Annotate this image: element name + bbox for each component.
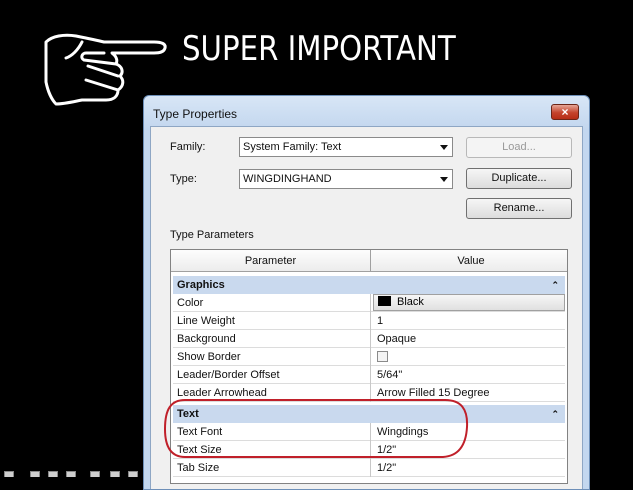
table-row[interactable]: Background Opaque [173,330,565,348]
parameter-value[interactable]: 1 [373,312,567,330]
taskbar-icon[interactable] [110,471,120,477]
parameter-grid: Parameter Value Graphics ⌃ Color Black L… [170,249,568,484]
parameter-value[interactable]: Wingdings [373,423,567,441]
table-row[interactable]: Text Size 1/2" [173,441,565,459]
type-parameters-label: Type Parameters [170,229,254,241]
parameter-name: Text Size [173,441,371,459]
collapse-chevron-icon[interactable]: ⌃ [551,276,559,294]
color-swatch-icon [378,296,391,306]
taskbar-icon[interactable] [128,471,138,477]
group-name: Text [177,408,199,420]
parameter-value[interactable]: Arrow Filled 15 Degree [373,384,567,402]
chevron-down-icon [440,145,448,150]
parameter-name: Background [173,330,371,348]
table-row[interactable]: Line Weight 1 [173,312,565,330]
parameter-name: Line Weight [173,312,371,330]
close-icon: × [561,105,569,119]
parameter-value[interactable]: 1/2" [373,441,567,459]
taskbar-fragment [0,468,145,477]
type-label: Type: [170,173,197,185]
parameter-name: Leader Arrowhead [173,384,371,402]
column-header-parameter[interactable]: Parameter [171,250,371,272]
group-name: Graphics [177,279,225,291]
parameter-value[interactable]: Opaque [373,330,567,348]
table-row[interactable]: Tab Size 1/2" [173,459,565,477]
type-dropdown[interactable]: WINGDINGHAND [239,169,453,189]
chevron-down-icon [440,177,448,182]
type-dropdown-value: WINGDINGHAND [243,173,332,185]
group-header-graphics[interactable]: Graphics ⌃ [173,276,565,294]
parameter-name: Text Font [173,423,371,441]
parameter-value: Black [397,296,424,308]
taskbar-icon[interactable] [90,471,100,477]
title-bar[interactable]: Type Properties × [144,96,589,130]
taskbar-icon[interactable] [48,471,58,477]
parameter-value[interactable]: 5/64" [373,366,567,384]
family-dropdown[interactable]: System Family: Text [239,137,453,157]
headline-text: SUPER IMPORTANT [182,29,456,69]
duplicate-button[interactable]: Duplicate... [466,168,572,189]
table-row[interactable]: Text Font Wingdings [173,423,565,441]
parameter-value[interactable]: 1/2" [373,459,567,477]
dialog-title: Type Properties [153,107,238,121]
parameter-name: Tab Size [173,459,371,477]
parameter-name: Show Border [173,348,371,366]
taskbar-icon[interactable] [30,471,40,477]
rename-button[interactable]: Rename... [466,198,572,219]
table-row[interactable]: Show Border [173,348,565,366]
table-row[interactable]: Leader Arrowhead Arrow Filled 15 Degree [173,384,565,402]
load-button[interactable]: Load... [466,137,572,158]
table-row[interactable]: Leader/Border Offset 5/64" [173,366,565,384]
taskbar-icon[interactable] [4,471,14,477]
parameter-name: Color [173,294,371,312]
taskbar-icon[interactable] [66,471,76,477]
close-button[interactable]: × [551,104,579,120]
parameter-name: Leader/Border Offset [173,366,371,384]
parameter-value [373,348,567,366]
dialog-body: Family: System Family: Text Load... Type… [150,126,583,489]
column-header-value[interactable]: Value [371,250,567,272]
type-properties-dialog: Type Properties × Family: System Family:… [143,95,590,490]
table-row[interactable]: Color Black [173,294,565,312]
family-dropdown-value: System Family: Text [243,141,342,153]
collapse-chevron-icon[interactable]: ⌃ [551,405,559,423]
group-header-text[interactable]: Text ⌃ [173,405,565,423]
family-label: Family: [170,141,206,153]
show-border-checkbox[interactable] [377,351,388,362]
color-value-button[interactable]: Black [373,294,565,311]
